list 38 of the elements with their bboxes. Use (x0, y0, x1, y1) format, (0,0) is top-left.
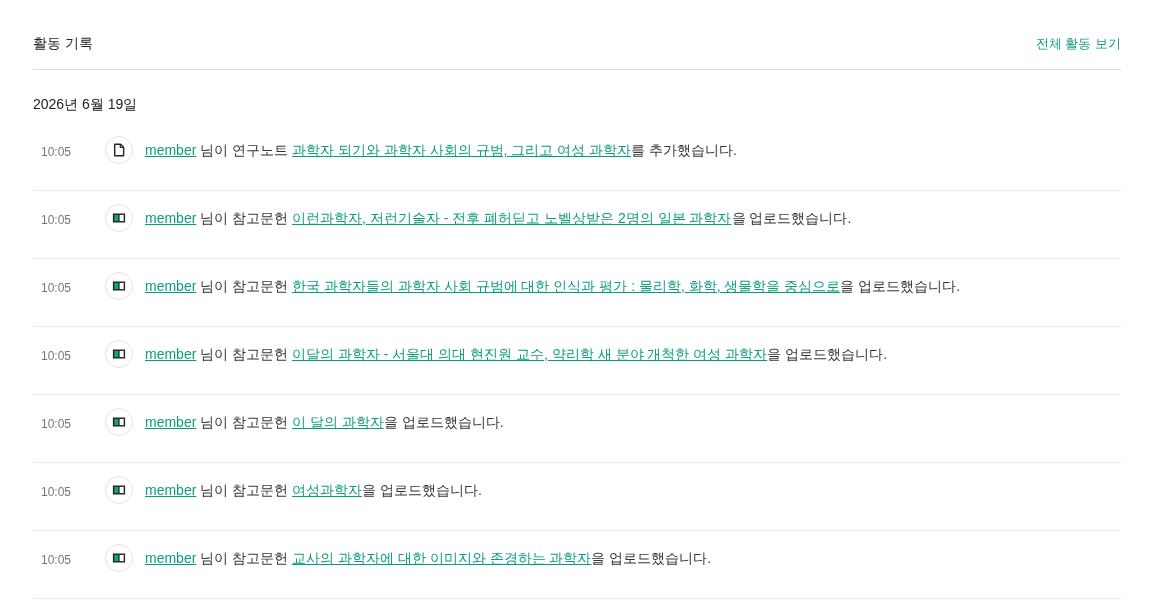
time-label: 10:05 (40, 484, 73, 499)
user-link[interactable]: member (145, 550, 197, 566)
document-link[interactable]: 이 달의 과학자 (292, 414, 384, 430)
document-link[interactable]: 교사의 과학자에 대한 이미지와 존경하는 과학자 (292, 550, 592, 566)
activity-text: member 님이 참고문헌 이런과학자, 저런기술자 - 전후 폐허딛고 노벨상받은 2명의 일본 과학자을 업로드했습니다. (145, 209, 852, 228)
document-link[interactable]: 이런과학자, 저런기술자 - 전후 폐허딛고 노벨상받은 2명의 일본 과학자 (292, 210, 732, 226)
time-label: 10:05 (40, 416, 73, 431)
time-label: 10:05 (40, 212, 73, 227)
section-title: 활동 기록 (33, 35, 93, 53)
book-icon (105, 544, 133, 572)
book-icon (105, 272, 133, 300)
activity-text: member 님이 참고문헌 교사의 과학자에 대한 이미지와 존경하는 과학자을 업로드했습니다. (145, 549, 712, 568)
view-all-link[interactable]: 전체 활동 보기 (1035, 35, 1121, 53)
document-link[interactable]: 과학자 되기와 과학자 사회의 규범, 그리고 여성 과학자 (292, 142, 632, 158)
user-link[interactable]: member (145, 346, 197, 362)
document-link[interactable]: 이달의 과학자 - 서울대 의대 현진원 교수, 약리학 새 분야 개척한 여성 과학자 (292, 346, 768, 362)
document-link[interactable]: 한국 과학자들의 과학자 사회 규범에 대한 인식과 평가 : 물리학, 화학, 생물학을 중심으로 (292, 278, 841, 294)
date-heading: 2026년 6월 19일 (33, 95, 139, 114)
book-icon (105, 476, 133, 504)
time-label: 10:05 (40, 348, 73, 363)
book-icon (105, 408, 133, 436)
time-label: 10:05 (40, 552, 73, 567)
activity-text: member 님이 참고문헌 이 달의 과학자을 업로드했습니다. (145, 413, 504, 432)
activity-text: member 님이 연구노트 과학자 되기와 과학자 사회의 규범, 그리고 여성 과학자를 추가했습니다. (145, 141, 737, 160)
user-link[interactable]: member (145, 278, 197, 294)
user-link[interactable]: member (145, 414, 197, 430)
user-link[interactable]: member (145, 142, 197, 158)
time-label: 10:05 (40, 144, 73, 159)
document-link[interactable]: 여성과학자 (292, 482, 363, 498)
book-icon (105, 340, 133, 368)
activity-text: member 님이 참고문헌 한국 과학자들의 과학자 사회 규범에 대한 인식과 평가 : 물리학, 화학, 생물학을 중심으로을 업로드했습니다. (145, 277, 961, 296)
time-label: 10:05 (40, 280, 73, 295)
document-icon (105, 136, 133, 164)
book-icon (105, 204, 133, 232)
activity-text: member 님이 참고문헌 이달의 과학자 - 서울대 의대 현진원 교수, 약리학 새 분야 개척한 여성 과학자을 업로드했습니다. (145, 345, 888, 364)
user-link[interactable]: member (145, 210, 197, 226)
activity-text: member 님이 참고문헌 여성과학자을 업로드했습니다. (145, 481, 482, 500)
user-link[interactable]: member (145, 482, 197, 498)
